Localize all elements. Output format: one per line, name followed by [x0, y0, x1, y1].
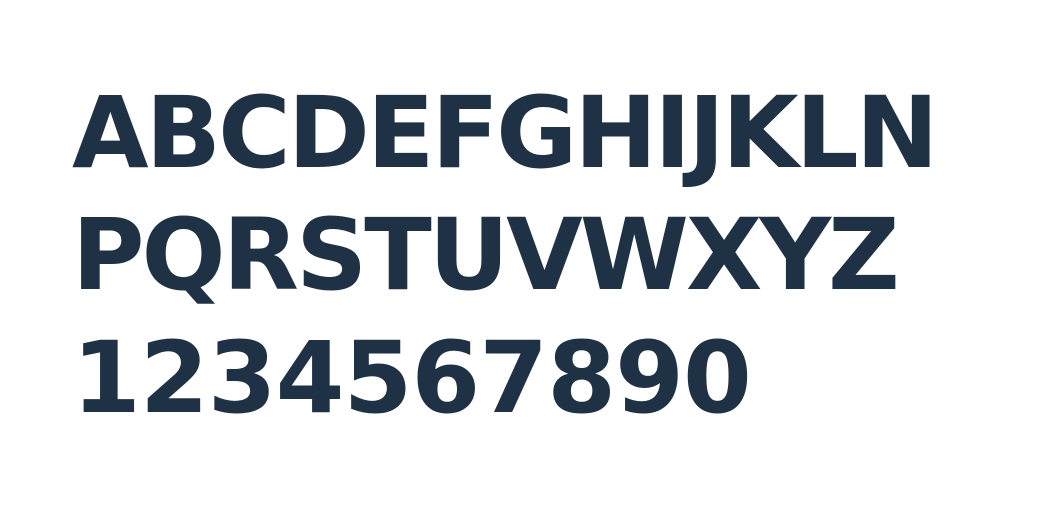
font-specimen: ABCDEFGHIJKLN PQRSTUVWXYZ 1234567890: [0, 0, 1050, 514]
uppercase-row-a-to-n: ABCDEFGHIJKLN: [72, 76, 939, 191]
numerals-row: 1234567890: [72, 321, 752, 436]
uppercase-row-p-to-z: PQRSTUVWXYZ: [72, 198, 900, 313]
